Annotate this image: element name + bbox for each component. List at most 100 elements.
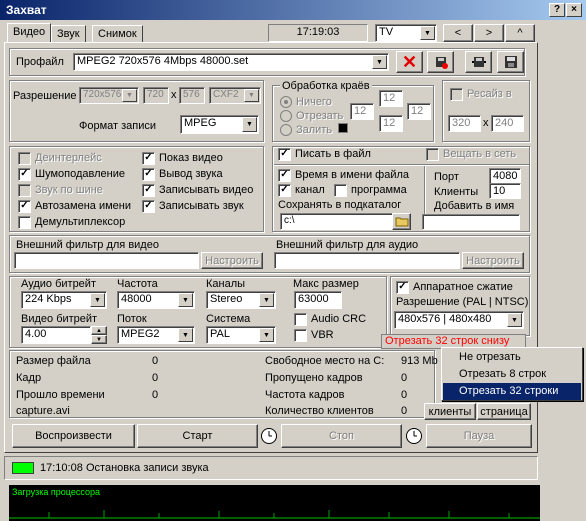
stop-button[interactable]: Стоп <box>281 424 402 448</box>
channel-checkbox[interactable]: ✓ <box>278 184 291 197</box>
delete-icon[interactable]: ✕ <box>396 51 423 73</box>
tab-sound[interactable]: Звук <box>51 25 86 43</box>
tv-select[interactable]: TV ▼ <box>375 24 437 42</box>
cpu-graph: Загрузка процессора <box>9 485 540 521</box>
video-filter-configure-button[interactable]: Настроить <box>201 252 263 269</box>
stream-select[interactable]: MPEG2 ▼ <box>117 326 195 344</box>
edge-bottom[interactable]: 12 <box>379 115 403 132</box>
pause-button[interactable]: Пауза <box>426 424 532 448</box>
maxsize-input[interactable]: 63000 <box>294 291 342 309</box>
edge-left[interactable]: 12 <box>350 103 374 120</box>
menu-item-cut-32[interactable]: Отрезать 32 строки <box>443 383 581 400</box>
resize-checkbox[interactable] <box>450 88 463 101</box>
frame-label: Кадр <box>16 372 42 384</box>
option-checkbox[interactable]: ✓ <box>18 168 31 181</box>
option-label: Шумоподавление <box>35 168 125 180</box>
resize-height[interactable]: 240 <box>491 115 524 132</box>
dropped-label: Пропущено кадров <box>265 372 363 384</box>
write-file-checkbox[interactable]: ✓ <box>278 148 291 161</box>
audio-filter-input[interactable] <box>274 252 460 269</box>
fill-color-swatch[interactable] <box>338 123 348 133</box>
clients-input[interactable]: 10 <box>489 183 521 199</box>
save-subdir-label: Сохранять в подкаталог <box>278 199 402 211</box>
stop-timer-icon[interactable] <box>405 427 423 445</box>
resolution-x: x <box>171 89 177 101</box>
hw-res-select[interactable]: 480x576 | 480x480 ▼ <box>394 311 524 329</box>
hw-checkbox[interactable]: ✓ <box>396 281 409 294</box>
next-button[interactable]: > <box>474 24 504 42</box>
tab-snapshot[interactable]: Снимок <box>92 25 143 43</box>
port-input[interactable]: 4080 <box>489 168 521 184</box>
chevron-down-icon: ▼ <box>259 293 274 307</box>
chevron-down-icon: ▼ <box>178 328 193 342</box>
cxf-select[interactable]: CXF2 ▼ <box>209 87 261 104</box>
option-checkbox[interactable]: ✓ <box>142 152 155 165</box>
audio-crc-label: Audio CRC <box>311 313 367 325</box>
resolution-select[interactable]: 720x576 ▼ <box>79 87 139 104</box>
option-checkbox[interactable]: ✓ <box>18 200 31 213</box>
chevron-down-icon: ▼ <box>90 293 105 307</box>
option-checkbox[interactable] <box>18 184 31 197</box>
menu-item-no-cut[interactable]: Не отрезать <box>443 349 581 366</box>
spin-down-icon[interactable]: ▼ <box>91 335 107 344</box>
menu-item-cut-8[interactable]: Отрезать 8 строк <box>443 366 581 383</box>
folder-icon[interactable] <box>392 213 411 230</box>
resize-width[interactable]: 320 <box>448 115 481 132</box>
option-checkbox[interactable] <box>18 216 31 229</box>
floppy-icon[interactable] <box>497 51 524 73</box>
status-indicator <box>12 462 34 474</box>
profile-value: MPEG2 720x576 4Mbps 48000.set <box>77 55 249 67</box>
resolution-label: Разрешение <box>13 90 77 102</box>
audio-filter-label: Внешний фильтр для аудио <box>276 239 419 251</box>
option-checkbox[interactable]: ✓ <box>142 200 155 213</box>
audio-crc-checkbox[interactable] <box>294 313 307 326</box>
help-button[interactable]: ? <box>549 3 565 17</box>
up-button[interactable]: ^ <box>505 24 535 42</box>
load-icon[interactable] <box>465 51 492 73</box>
video-bitrate-input[interactable]: 4.00 <box>21 326 91 344</box>
start-timer-icon[interactable] <box>260 427 278 445</box>
profile-select[interactable]: MPEG2 720x576 4Mbps 48000.set ▼ <box>73 53 389 71</box>
edges-fill-radio[interactable] <box>280 124 292 136</box>
program-checkbox[interactable] <box>334 184 347 197</box>
option-label: Записывать видео <box>159 184 254 196</box>
add-name-input[interactable] <box>422 214 520 230</box>
record-format-label: Формат записи <box>79 120 157 132</box>
clients-label: Клиенты <box>434 186 479 198</box>
edge-right[interactable]: 12 <box>407 103 431 120</box>
save-film-icon[interactable] <box>427 51 454 73</box>
channels-value: Stereo <box>210 293 243 305</box>
stream-label: Поток <box>117 313 147 325</box>
clock-display: 17:19:03 <box>268 24 368 42</box>
spin-up-icon[interactable]: ▲ <box>91 326 107 335</box>
edges-cut-radio[interactable] <box>280 110 292 122</box>
prev-button[interactable]: < <box>443 24 473 42</box>
option-checkbox[interactable]: ✓ <box>142 168 155 181</box>
freq-select[interactable]: 48000 ▼ <box>117 291 195 309</box>
time-in-name-checkbox[interactable]: ✓ <box>278 169 291 182</box>
page-button[interactable]: страница <box>477 403 531 420</box>
option-checkbox[interactable]: ✓ <box>142 184 155 197</box>
framerate-label: Частота кадров <box>265 389 345 401</box>
edges-nothing-radio[interactable] <box>280 96 292 108</box>
resolution-height[interactable]: 576 <box>179 87 205 104</box>
start-button[interactable]: Старт <box>137 424 258 448</box>
edge-top[interactable]: 12 <box>379 90 403 107</box>
video-filter-input[interactable] <box>14 252 199 269</box>
option-checkbox[interactable] <box>18 152 31 165</box>
clients-button[interactable]: клиенты <box>424 403 476 420</box>
option-label: Автозамена имени <box>35 200 131 212</box>
channel-label: канал <box>295 184 325 196</box>
play-button[interactable]: Воспроизвести <box>12 424 135 448</box>
system-select[interactable]: PAL ▼ <box>206 326 276 344</box>
resolution-width[interactable]: 720 <box>143 87 169 104</box>
free-space-label: Свободное место на C: <box>265 355 385 367</box>
tab-video[interactable]: Видео <box>7 23 52 43</box>
audio-bitrate-select[interactable]: 224 Kbps ▼ <box>21 291 107 309</box>
channels-select[interactable]: Stereo ▼ <box>206 291 276 309</box>
vbr-checkbox[interactable] <box>294 329 307 342</box>
audio-filter-configure-button[interactable]: Настроить <box>462 252 524 269</box>
net-broadcast-checkbox[interactable] <box>426 148 439 161</box>
close-button[interactable]: × <box>566 3 582 17</box>
record-format-select[interactable]: MPEG ▼ <box>180 115 259 134</box>
